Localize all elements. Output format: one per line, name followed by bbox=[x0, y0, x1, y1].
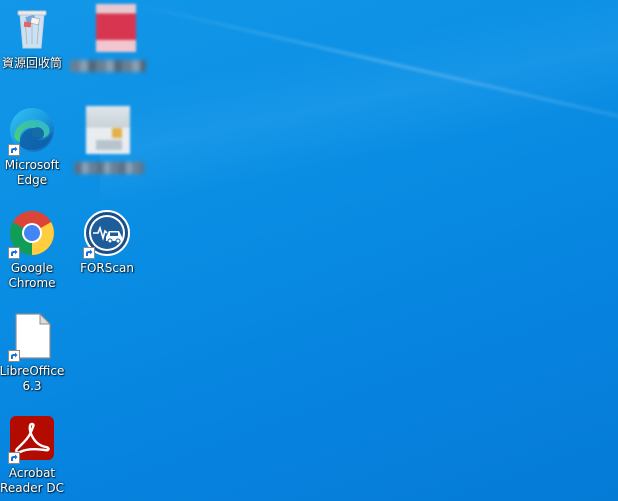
desktop-icon-blurred-1[interactable] bbox=[70, 0, 146, 96]
forscan-icon bbox=[83, 209, 131, 259]
desktop-icon-label: Acrobat Reader DC bbox=[0, 466, 64, 495]
blurred-icon bbox=[84, 106, 132, 154]
desktop-icon-blurred-2[interactable] bbox=[72, 102, 144, 198]
desktop-icon-label: Google Chrome bbox=[8, 261, 56, 290]
shortcut-arrow-icon bbox=[83, 247, 95, 259]
wallpaper-light-beam bbox=[119, 0, 618, 160]
chrome-icon bbox=[8, 209, 56, 259]
wallpaper-light-glow bbox=[100, 0, 618, 200]
edge-icon bbox=[8, 106, 56, 156]
shortcut-arrow-icon bbox=[8, 144, 20, 156]
desktop-icon-label: LibreOffice 6.3 bbox=[0, 364, 65, 393]
shortcut-arrow-icon bbox=[8, 247, 20, 259]
desktop-icon-label: FORScan bbox=[80, 261, 134, 275]
blurred-icon bbox=[82, 4, 136, 52]
desktop-icon-label: 資源回收筒 bbox=[1, 56, 62, 70]
desktop-icon-acrobat-reader[interactable]: Acrobat Reader DC bbox=[0, 410, 68, 501]
acrobat-reader-icon bbox=[8, 414, 56, 464]
desktop-icon-google-chrome[interactable]: Google Chrome bbox=[0, 205, 68, 301]
desktop-icon-recycle-bin[interactable]: 資源回收筒 bbox=[0, 0, 68, 96]
libreoffice-icon bbox=[8, 312, 56, 362]
desktop-icon-forscan[interactable]: FORScan bbox=[71, 205, 143, 301]
desktop[interactable]: 資源回收筒 Microsoft Edge Google Chrome FORSc… bbox=[0, 0, 618, 501]
desktop-icon-libreoffice[interactable]: LibreOffice 6.3 bbox=[0, 308, 68, 404]
shortcut-arrow-icon bbox=[8, 452, 20, 464]
recycle-bin-icon bbox=[8, 4, 56, 52]
shortcut-arrow-icon bbox=[8, 350, 20, 362]
desktop-icon-microsoft-edge[interactable]: Microsoft Edge bbox=[0, 102, 68, 198]
desktop-icon-label: Microsoft Edge bbox=[4, 158, 60, 187]
